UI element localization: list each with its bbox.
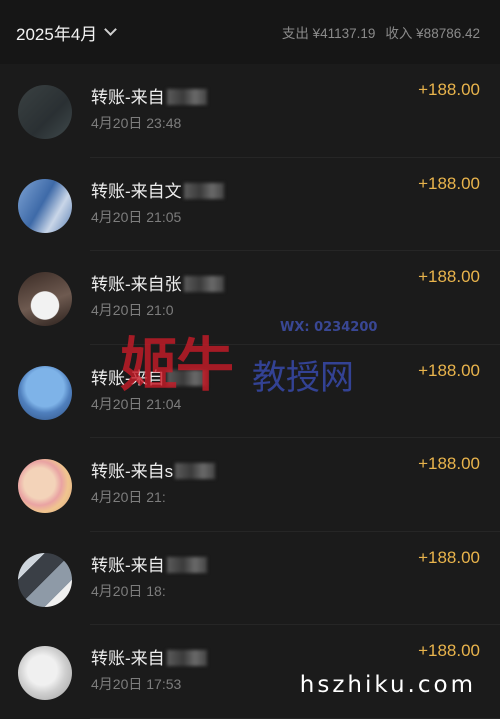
transaction-title: 转账-来自 <box>91 83 207 108</box>
transaction-title: 转账-来自张 <box>91 270 224 295</box>
transaction-amount: +188.00 <box>418 173 480 193</box>
transaction-amount: +188.00 <box>418 454 480 473</box>
chevron-down-icon <box>104 23 118 36</box>
transaction-title: 转账-来自文 <box>91 177 224 202</box>
transaction-row[interactable]: 转账-来自张 4月20日 21:0 +188.00 <box>0 251 500 345</box>
avatar <box>18 85 72 139</box>
redacted-name <box>166 556 207 573</box>
transaction-time: 4月20日 21:05 <box>91 208 182 225</box>
redacted-name <box>166 369 207 386</box>
transaction-time: 4月20日 23:48 <box>91 115 182 131</box>
header-bar: 2025年4月 支出 ¥41137.19 收入 ¥88786.42 <box>0 0 500 64</box>
transaction-title: 转账-来自s <box>91 457 216 482</box>
transaction-amount: +188.00 <box>418 547 480 567</box>
redacted-name <box>183 182 224 199</box>
avatar <box>18 459 72 513</box>
transaction-time: 4月20日 18: <box>91 582 166 599</box>
transaction-row[interactable]: 转账-来自 4月20日 23:48 +188.00 <box>0 64 500 158</box>
transaction-title: 转账-来自 <box>91 364 207 389</box>
transaction-row[interactable]: 转账-来自文 4月20日 21:05 +188.00 <box>0 158 500 252</box>
transaction-time: 4月20日 21:04 <box>91 395 182 412</box>
transaction-amount: +188.00 <box>418 80 480 99</box>
avatar <box>18 272 72 326</box>
avatar <box>18 646 72 700</box>
transaction-time: 4月20日 17:53 <box>91 676 182 692</box>
transaction-row[interactable]: 转账-来自 4月20日 21:04 +188.00 <box>0 345 500 439</box>
transaction-row[interactable]: 转账-来自 4月20日 18: +188.00 <box>0 532 500 626</box>
transaction-time: 4月20日 21:0 <box>91 302 174 318</box>
month-summary: 支出 ¥41137.19 收入 ¥88786.42 <box>282 22 480 42</box>
redacted-name <box>183 276 224 292</box>
transaction-amount: +188.00 <box>418 641 480 660</box>
transaction-time: 4月20日 21: <box>91 489 166 505</box>
avatar <box>18 365 72 420</box>
redacted-name <box>175 463 216 479</box>
month-selector[interactable]: 2025年4月 <box>16 20 118 45</box>
transaction-title: 转账-来自 <box>91 551 207 576</box>
transaction-title: 转账-来自 <box>91 644 207 669</box>
transaction-list: 转账-来自 4月20日 23:48 +188.00 转账-来自文 4月20日 2… <box>0 64 500 719</box>
transaction-amount: +188.00 <box>418 267 480 286</box>
redacted-name <box>166 89 207 105</box>
avatar <box>18 552 72 607</box>
site-watermark: hszhiku.com <box>299 672 476 698</box>
transaction-amount: +188.00 <box>418 360 480 380</box>
avatar <box>18 178 72 233</box>
expense-total: 支出 ¥41137.19 <box>281 26 376 41</box>
month-label: 2025年4月 <box>16 24 98 44</box>
income-total: 收入 ¥88786.42 <box>385 26 480 41</box>
redacted-name <box>166 650 207 666</box>
transaction-row[interactable]: 转账-来自s 4月20日 21: +188.00 <box>0 438 500 532</box>
